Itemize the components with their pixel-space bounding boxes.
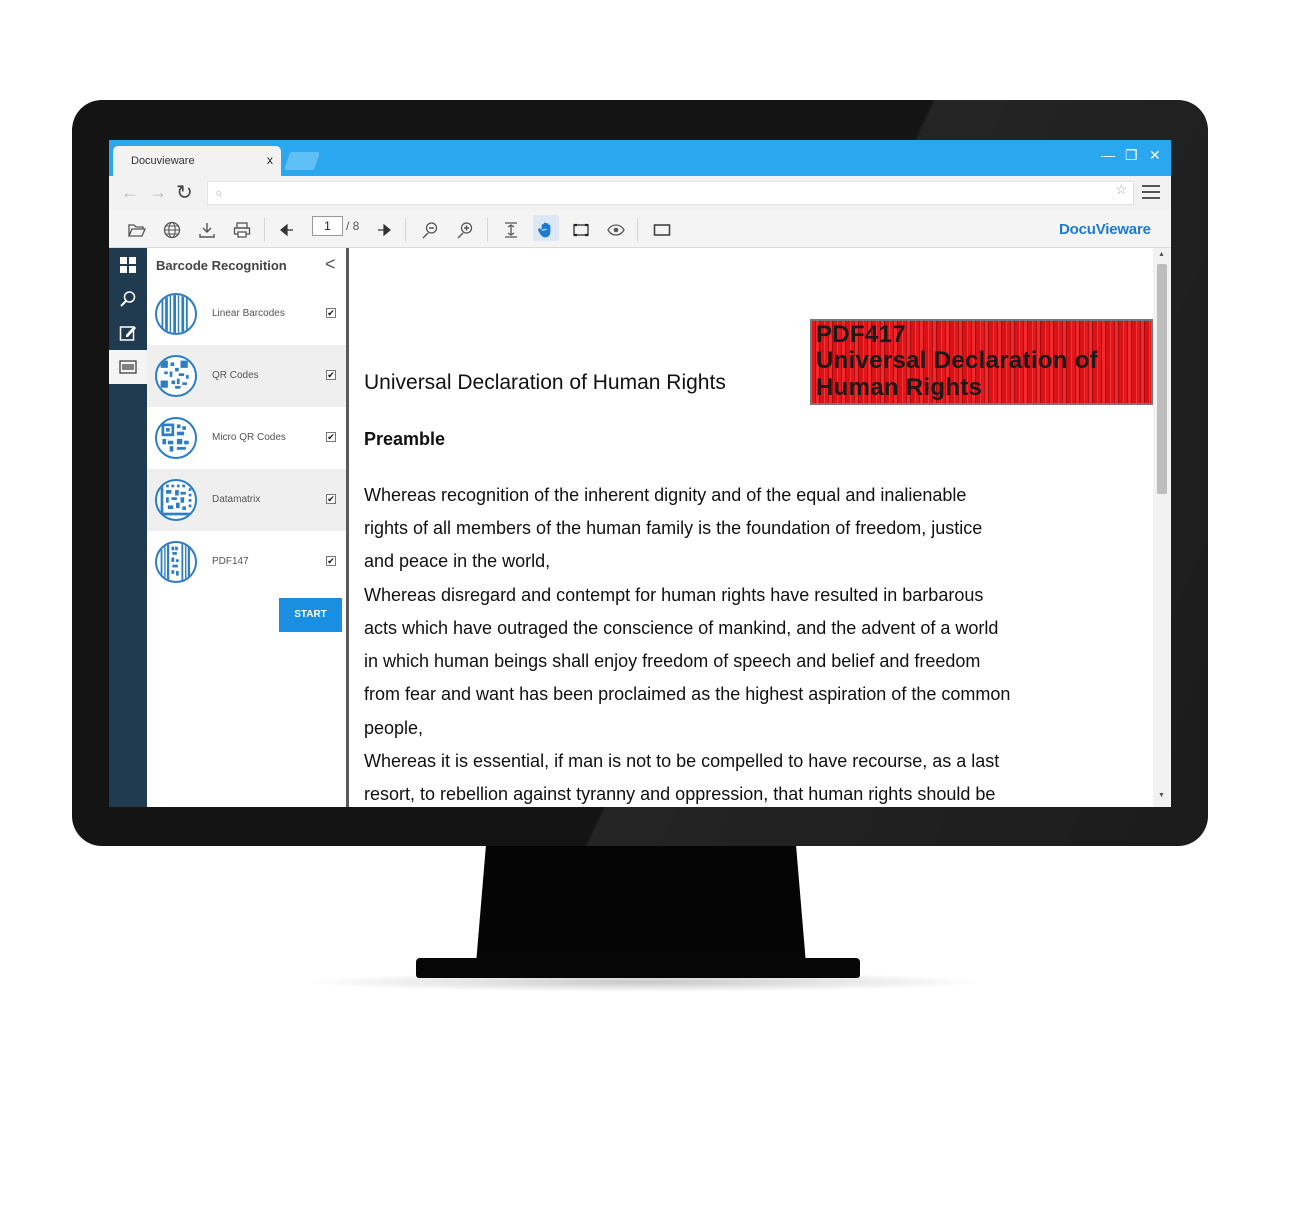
pdf417-barcode-highlight[interactable]: PDF417 Universal Declaration of Human Ri… — [810, 319, 1153, 405]
barcode-type-linear[interactable]: Linear Barcodes ✔ — [147, 283, 346, 345]
magnifier-icon — [120, 291, 136, 307]
minimize-icon[interactable]: — — [1101, 147, 1115, 163]
document-title: Universal Declaration of Human Rights — [364, 371, 726, 394]
open-folder-icon[interactable] — [128, 221, 146, 239]
reload-icon[interactable]: ↻ — [176, 180, 193, 205]
barcode-result-line: Universal Declaration of — [816, 347, 1098, 374]
address-bar: ← → ↻ ⌕ ☆ — [109, 176, 1171, 210]
barcode-type-checkbox[interactable]: ✔ — [326, 370, 336, 380]
pdf417-barcode-icon — [155, 541, 197, 583]
docuvieware-logo: DocuVieware — [1059, 221, 1151, 238]
document-scrollbar[interactable]: ▲ ▼ — [1153, 248, 1171, 807]
sidebar-icon-rail — [109, 248, 147, 807]
toolbar-separator — [487, 218, 488, 242]
monitor-stand-neck — [476, 846, 806, 964]
barcode-type-datamatrix[interactable]: Datamatrix ✔ — [147, 469, 346, 531]
tab-title: Docuvieware — [131, 155, 195, 167]
micro-qr-code-icon — [155, 417, 197, 459]
barcode-type-label: Datamatrix — [212, 494, 261, 505]
globe-icon[interactable] — [163, 221, 181, 239]
barcode-type-checkbox[interactable]: ✔ — [326, 494, 336, 504]
linear-barcode-icon — [155, 293, 197, 335]
barcode-type-micro-qr[interactable]: Micro QR Codes ✔ — [147, 407, 346, 469]
scroll-thumb[interactable] — [1157, 264, 1167, 494]
document-text-line: in which human beings shall enjoy freedo… — [364, 651, 981, 671]
forward-icon[interactable]: → — [149, 182, 167, 203]
barcode-result-line: Human Rights — [816, 374, 983, 401]
barcode-recognition-panel: Barcode Recognition < Linear Barcodes ✔ … — [147, 248, 346, 807]
back-icon[interactable]: ← — [121, 182, 139, 203]
barcode-type-label: Micro QR Codes — [212, 432, 286, 443]
fit-width-icon[interactable] — [502, 221, 520, 239]
start-button[interactable]: START — [279, 598, 342, 632]
barcode-type-pdf147[interactable]: PDF147 ✔ — [147, 531, 346, 593]
zoom-in-icon[interactable] — [456, 221, 474, 239]
barcode-scan-icon — [119, 360, 137, 374]
document-text-line: rights of all members of the human famil… — [364, 518, 983, 538]
document-text-line: people, — [364, 718, 424, 738]
search-icon: ⌕ — [215, 185, 223, 200]
document-text-line: Whereas disregard and contempt for human… — [364, 585, 984, 605]
hand-pan-icon[interactable] — [537, 221, 555, 239]
select-area-icon[interactable] — [572, 221, 590, 239]
monitor-stand-base — [416, 958, 860, 978]
toolbar-separator — [405, 218, 406, 242]
toolbar-separator — [637, 218, 638, 242]
barcode-type-checkbox[interactable]: ✔ — [326, 308, 336, 318]
url-box[interactable]: ⌕ — [207, 181, 1134, 205]
barcode-tab[interactable] — [109, 350, 147, 384]
edit-pencil-icon — [119, 326, 136, 341]
page-number-input[interactable]: 1 — [312, 216, 343, 236]
document-text-line: resort, to rebellion against tyranny and… — [364, 784, 996, 804]
qr-code-icon — [155, 355, 197, 397]
document-text-line: Whereas it is essential, if man is not t… — [364, 751, 1000, 771]
scroll-up-icon[interactable]: ▲ — [1158, 251, 1165, 258]
window-close-icon[interactable]: ✕ — [1149, 147, 1161, 164]
collapse-panel-icon[interactable]: < — [325, 254, 336, 275]
document-page: PDF417 Universal Declaration of Human Ri… — [349, 248, 1153, 807]
barcode-type-checkbox[interactable]: ✔ — [326, 556, 336, 566]
scroll-down-icon[interactable]: ▼ — [1158, 792, 1165, 799]
bookmark-star-icon[interactable]: ☆ — [1115, 181, 1128, 198]
panel-title: Barcode Recognition — [156, 258, 287, 273]
toolbar-separator — [264, 218, 265, 242]
barcode-type-checkbox[interactable]: ✔ — [326, 432, 336, 442]
annotations-tab[interactable] — [109, 316, 147, 350]
viewer-toolbar: 1 / 8 DocuVieware — [109, 210, 1171, 248]
document-text-line: and peace in the world, — [364, 551, 551, 571]
document-heading: Preamble — [364, 429, 446, 449]
url-input[interactable] — [236, 185, 1096, 201]
page-total: / 8 — [346, 219, 360, 233]
new-tab-button[interactable] — [284, 152, 320, 170]
barcode-type-label: QR Codes — [212, 370, 259, 381]
monitor-screen: Docuvieware x — ❐ ✕ ← → ↻ ⌕ ☆ 1 / 8 Docu… — [109, 140, 1171, 807]
browser-title-bar: Docuvieware x — ❐ ✕ — [109, 140, 1171, 176]
print-icon[interactable] — [233, 221, 251, 239]
tab-close-icon[interactable]: x — [267, 153, 273, 167]
barcode-result-line: PDF417 — [816, 321, 906, 348]
document-text-line: Whereas recognition of the inherent dign… — [364, 485, 967, 505]
search-tab[interactable] — [109, 282, 147, 316]
barcode-type-label: PDF147 — [212, 556, 249, 567]
download-icon[interactable] — [198, 221, 216, 239]
previous-page-icon[interactable] — [279, 221, 297, 239]
restore-icon[interactable]: ❐ — [1125, 147, 1138, 164]
document-text-line: from fear and want has been proclaimed a… — [364, 684, 1011, 704]
datamatrix-icon — [155, 479, 197, 521]
browser-tab[interactable]: Docuvieware x — [113, 146, 281, 176]
barcode-type-label: Linear Barcodes — [212, 308, 285, 319]
fullscreen-icon[interactable] — [653, 221, 671, 239]
preview-eye-icon[interactable] — [607, 221, 625, 239]
barcode-type-qr[interactable]: QR Codes ✔ — [147, 345, 346, 407]
thumbnails-grid-icon — [120, 257, 136, 273]
browser-menu-icon[interactable] — [1142, 185, 1160, 199]
next-page-icon[interactable] — [374, 221, 392, 239]
thumbnails-tab[interactable] — [109, 248, 147, 282]
zoom-out-icon[interactable] — [421, 221, 439, 239]
document-text-line: acts which have outraged the conscience … — [364, 618, 999, 638]
